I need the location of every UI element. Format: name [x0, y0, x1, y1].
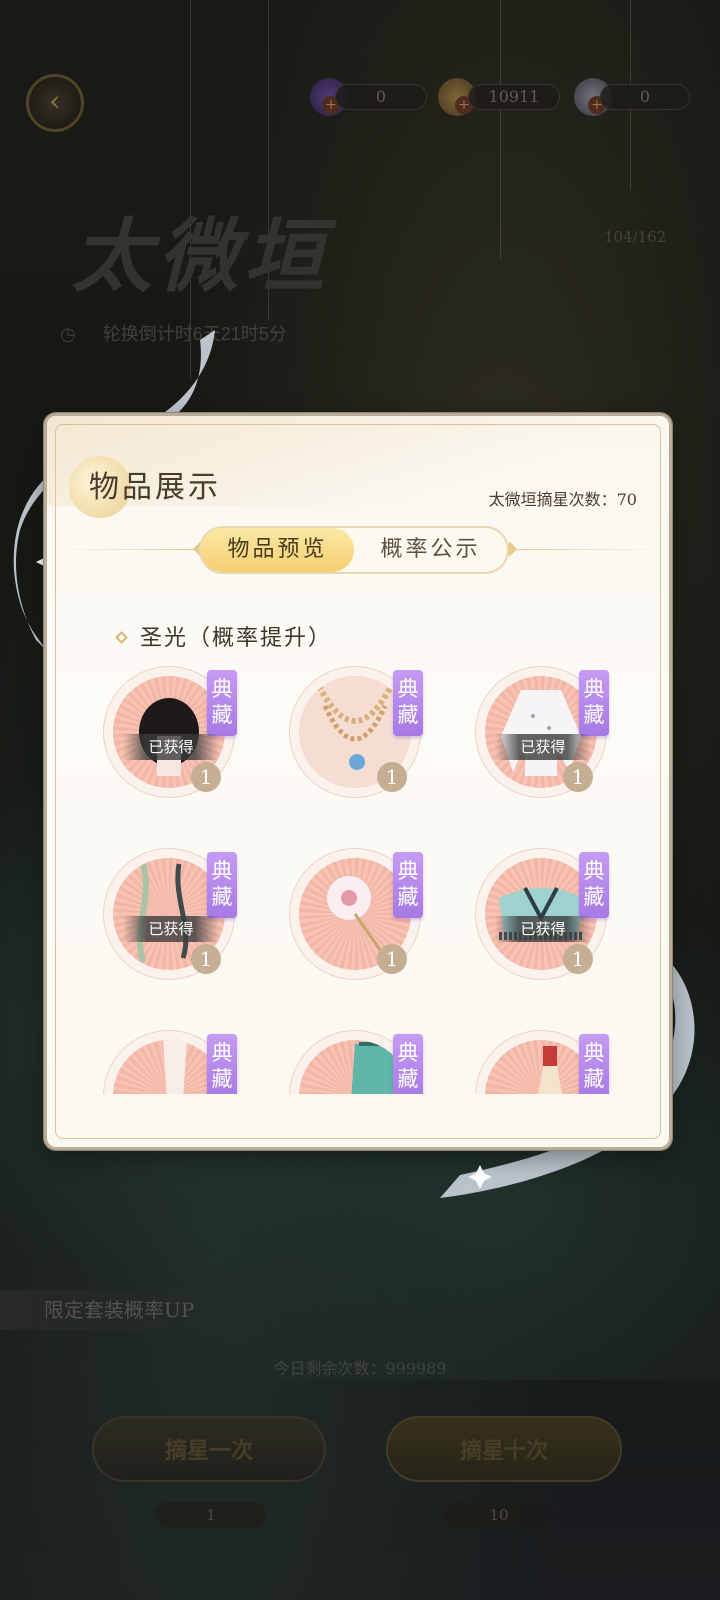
item-slot[interactable]: 典藏 已获得 1 — [475, 666, 615, 806]
item-slot[interactable]: 典藏 已获得 1 — [475, 848, 615, 988]
item-grid[interactable]: 典藏 已获得 1 典藏 1 典藏 已获得 1 典藏 已获得 1 典藏 1 典藏 … — [47, 656, 669, 1094]
item-slot[interactable]: 典藏 1 — [289, 666, 429, 806]
draw-count: 太微垣摘星次数：70 — [488, 490, 637, 509]
quantity-badge: 1 — [191, 944, 221, 974]
collector-badge: 典藏 — [207, 670, 237, 736]
obtained-label: 已获得 — [123, 734, 219, 760]
modal-title: 物品展示 — [89, 470, 221, 505]
quantity-badge: 1 — [563, 762, 593, 792]
quantity-badge: 1 — [377, 762, 407, 792]
collector-badge: 典藏 — [207, 852, 237, 918]
item-showcase-modal: 物品展示 太微垣摘星次数：70 物品预览 概率公示 圣光（概率提升） 典藏 已获… — [44, 413, 672, 1150]
collector-badge: 典藏 — [393, 852, 423, 918]
item-slot[interactable]: 典藏 — [289, 1030, 429, 1094]
obtained-label: 已获得 — [123, 916, 219, 942]
quantity-badge: 1 — [563, 944, 593, 974]
diamond-bullet-icon — [115, 631, 128, 644]
collector-badge: 典藏 — [393, 1034, 423, 1094]
tab-bar: 物品预览 概率公示 — [199, 526, 509, 574]
item-slot[interactable]: 典藏 — [475, 1030, 615, 1094]
tab-probability[interactable]: 概率公示 — [354, 528, 507, 572]
tab-divider — [57, 549, 197, 550]
collector-badge: 典藏 — [579, 852, 609, 918]
section-heading: 圣光（概率提升） — [115, 620, 333, 652]
item-slot[interactable]: 典藏 已获得 1 — [103, 848, 243, 988]
obtained-label: 已获得 — [495, 734, 591, 760]
collector-badge: 典藏 — [579, 670, 609, 736]
item-slot[interactable]: 典藏 已获得 1 — [103, 666, 243, 806]
collector-badge: 典藏 — [207, 1034, 237, 1094]
tab-divider — [513, 549, 663, 550]
item-slot[interactable]: 典藏 — [103, 1030, 243, 1094]
quantity-badge: 1 — [191, 762, 221, 792]
collector-badge: 典藏 — [579, 1034, 609, 1094]
section-title: 圣光（概率提升） — [140, 626, 333, 651]
tab-item-preview[interactable]: 物品预览 — [201, 528, 354, 572]
collector-badge: 典藏 — [393, 670, 423, 736]
obtained-label: 已获得 — [495, 916, 591, 942]
quantity-badge: 1 — [377, 944, 407, 974]
item-slot[interactable]: 典藏 1 — [289, 848, 429, 988]
